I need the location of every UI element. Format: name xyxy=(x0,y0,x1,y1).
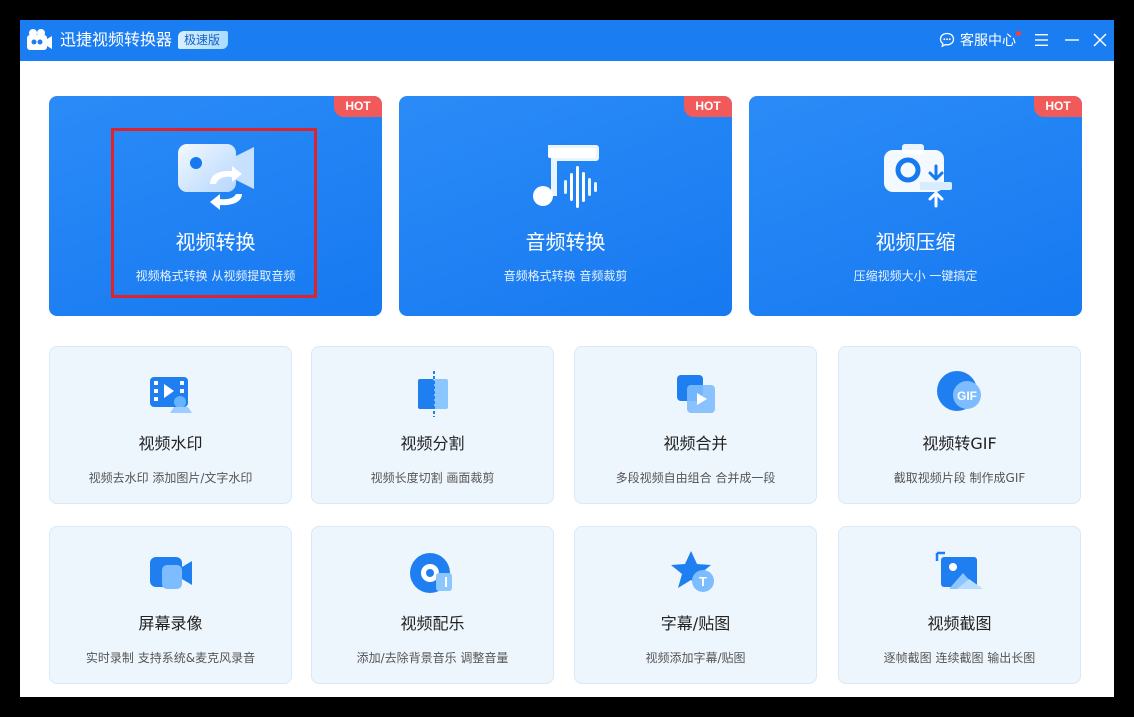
hot-badge: HOT xyxy=(1034,96,1082,117)
support-center-label: 客服中心 xyxy=(960,33,1016,49)
title-bar[interactable]: 迅捷视频转换器 极速版 客服中心 xyxy=(20,20,1114,61)
app-logo-icon xyxy=(27,29,52,50)
t-icon-text: T xyxy=(699,574,707,589)
card-title: 视频转GIF xyxy=(922,434,997,453)
feature-card-video-watermark[interactable]: 视频水印 视频去水印 添加图片/文字水印 xyxy=(49,346,292,504)
card-subtitle: 视频添加字幕/贴图 xyxy=(645,651,746,665)
subtitle-sticker-icon: T xyxy=(670,551,714,592)
video-split-icon xyxy=(417,371,448,417)
gif-icon-text: GIF xyxy=(957,389,977,403)
card-title: 视频截图 xyxy=(927,614,992,633)
card-subtitle: 视频格式转换 从视频提取音频 xyxy=(135,269,296,283)
card-title: 视频分割 xyxy=(400,434,465,453)
close-icon[interactable] xyxy=(1090,30,1110,50)
notification-dot xyxy=(1016,31,1021,36)
card-subtitle: 音频格式转换 音频裁剪 xyxy=(503,269,628,283)
feature-card-video-convert[interactable]: HOT 视频转换 视频格式转换 从视频提取音频 xyxy=(49,96,382,316)
video-convert-icon xyxy=(177,144,254,210)
card-subtitle: 压缩视频大小 一键搞定 xyxy=(853,269,978,283)
card-subtitle: 实时录制 支持系统&麦克风录音 xyxy=(85,651,256,665)
card-subtitle: 多段视频自由组合 合并成一段 xyxy=(615,471,776,485)
card-title: 字幕/贴图 xyxy=(660,614,731,633)
menu-icon[interactable] xyxy=(1032,30,1052,50)
hot-badge: HOT xyxy=(334,96,382,117)
card-subtitle: 逐帧截图 连续截图 输出长图 xyxy=(883,651,1036,665)
card-title: 音频转换 xyxy=(525,230,606,254)
video-music-icon xyxy=(409,553,452,593)
card-title: 视频水印 xyxy=(138,434,203,453)
video-compress-icon xyxy=(883,144,952,208)
video-to-gif-icon: GIF xyxy=(936,371,981,411)
audio-convert-icon xyxy=(532,145,599,208)
feature-card-screen-record[interactable]: 屏幕录像 实时录制 支持系统&麦克风录音 xyxy=(49,526,292,684)
card-title: 视频转换 xyxy=(175,230,256,254)
card-subtitle: 视频长度切割 画面裁剪 xyxy=(370,471,495,485)
card-subtitle: 添加/去除背景音乐 调整音量 xyxy=(356,651,509,665)
hot-badge: HOT xyxy=(684,96,732,117)
card-title: 视频合并 xyxy=(663,434,728,453)
card-title: 视频配乐 xyxy=(400,614,465,633)
minimize-icon[interactable] xyxy=(1062,30,1082,50)
video-watermark-icon xyxy=(149,377,192,413)
video-merge-icon xyxy=(676,375,715,413)
card-subtitle: 截取视频片段 制作成GIF xyxy=(893,471,1026,485)
card-subtitle: 视频去水印 添加图片/文字水印 xyxy=(88,471,253,485)
feature-card-video-merge[interactable]: 视频合并 多段视频自由组合 合并成一段 xyxy=(574,346,817,504)
feature-card-audio-convert[interactable]: HOT 音频转换 音频格式转换 音频裁剪 xyxy=(399,96,732,316)
card-title: 屏幕录像 xyxy=(138,614,203,633)
app-title: 迅捷视频转换器 xyxy=(60,30,173,49)
chat-icon xyxy=(939,32,955,48)
screen-record-icon xyxy=(149,557,192,589)
feature-card-video-split[interactable]: 视频分割 视频长度切割 画面裁剪 xyxy=(311,346,554,504)
video-screenshot-icon xyxy=(935,551,983,589)
edition-badge: 极速版 xyxy=(178,31,229,49)
feature-card-video-compress[interactable]: HOT 视频压缩 压缩视频大小 一键搞定 xyxy=(749,96,1082,316)
feature-card-subtitle-sticker[interactable]: T 字幕/贴图 视频添加字幕/贴图 xyxy=(574,526,817,684)
app-window: 迅捷视频转换器 极速版 客服中心 HOT 视频转换 视频格式转换 从视频提取音频… xyxy=(20,20,1114,697)
card-title: 视频压缩 xyxy=(875,230,956,254)
feature-card-video-to-gif[interactable]: GIF 视频转GIF 截取视频片段 制作成GIF xyxy=(838,346,1081,504)
support-center-button[interactable]: 客服中心 xyxy=(939,30,1021,50)
feature-card-video-screenshot[interactable]: 视频截图 逐帧截图 连续截图 输出长图 xyxy=(838,526,1081,684)
feature-card-video-music[interactable]: 视频配乐 添加/去除背景音乐 调整音量 xyxy=(311,526,554,684)
